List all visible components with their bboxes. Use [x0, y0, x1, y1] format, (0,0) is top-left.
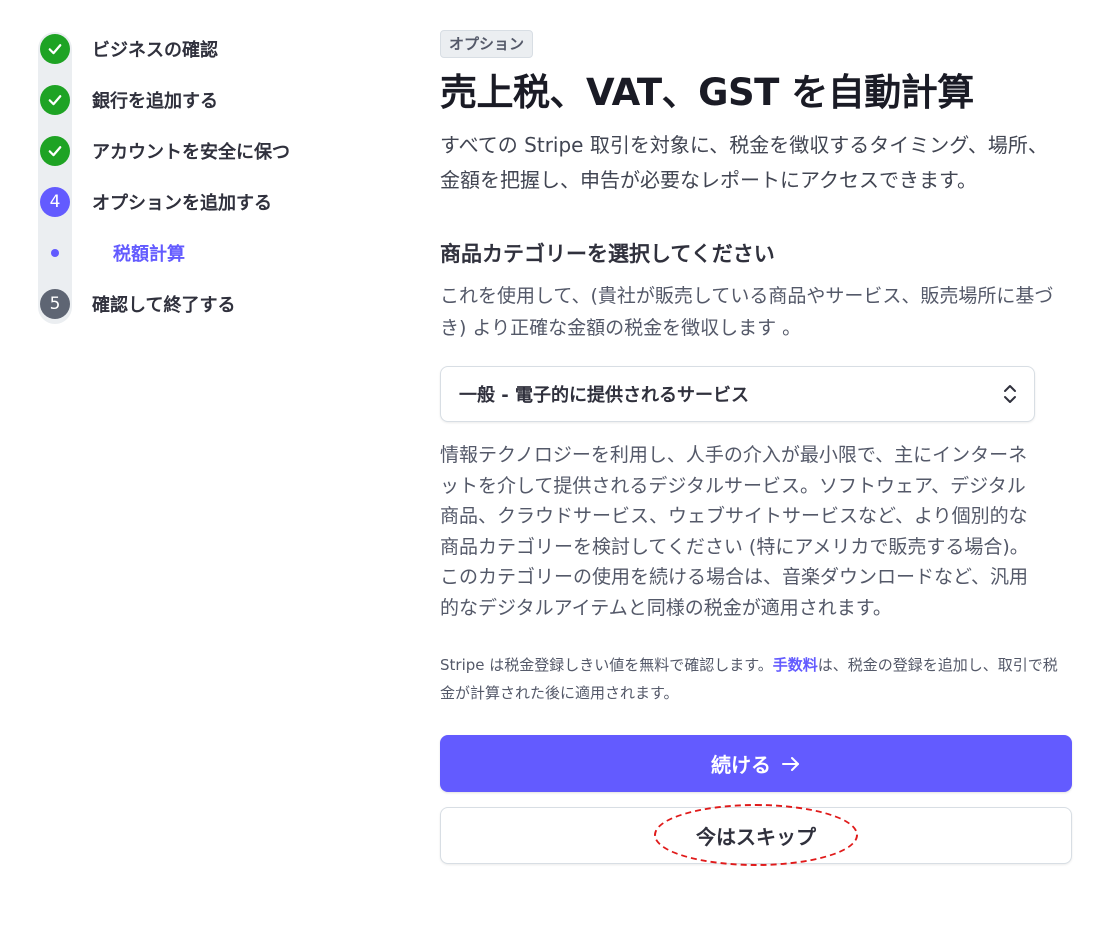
skip-label: 今はスキップ	[696, 827, 816, 849]
step-label: オプションを追加する	[92, 193, 272, 214]
step-secure-account[interactable]: アカウントを安全に保つ	[36, 132, 356, 170]
fee-note-text: Stripe は税金登録しきい値を無料で確認します。	[440, 656, 773, 674]
section-title: 商品カテゴリーを選択してください	[440, 242, 775, 266]
stepper-rail	[38, 32, 72, 324]
check-icon	[40, 136, 70, 166]
page-description: すべての Stripe 取引を対象に、税金を徴収するタイミング、場所、金額を把握…	[440, 133, 1048, 192]
chevron-up-down-icon	[1002, 383, 1020, 405]
step-number-badge: 4	[40, 187, 70, 217]
product-category-select[interactable]: 一般 - 電子的に提供されるサービス	[440, 366, 1035, 422]
check-icon	[40, 34, 70, 64]
fee-note: Stripe は税金登録しきい値を無料で確認します。手数料は、税金の登録を追加し…	[440, 651, 1072, 707]
main-content: オプション 売上税、VAT、GST を自動計算 すべての Stripe 取引を対…	[440, 30, 1072, 866]
step-add-options[interactable]: 4 オプションを追加する	[36, 183, 356, 221]
skip-button[interactable]: 今はスキップ	[440, 804, 1072, 866]
page-title: 売上税、VAT、GST を自動計算	[440, 71, 974, 114]
substep-tax-calculation[interactable]: 税額計算	[36, 234, 356, 272]
substep-label: 税額計算	[113, 244, 185, 265]
step-label: アカウントを安全に保つ	[92, 142, 290, 163]
step-verify-business[interactable]: ビジネスの確認	[36, 30, 356, 68]
step-number-badge: 5	[40, 289, 70, 319]
step-label: ビジネスの確認	[92, 40, 218, 61]
fee-link[interactable]: 手数料	[773, 656, 818, 674]
section-description: これを使用して、(貴社が販売している商品やサービス、販売場所に基づき) より正確…	[440, 285, 1054, 339]
current-substep-dot	[51, 249, 59, 257]
step-label: 銀行を追加する	[92, 91, 218, 112]
continue-button[interactable]: 続ける	[440, 735, 1072, 792]
check-icon	[40, 85, 70, 115]
step-review-finish[interactable]: 5 確認して終了する	[36, 285, 356, 323]
selected-category: 一般 - 電子的に提供されるサービス	[459, 385, 750, 406]
continue-label: 続ける	[711, 755, 771, 777]
category-description: 情報テクノロジーを利用し、人手の介入が最小限で、主にインターネットを介して提供さ…	[440, 444, 1029, 619]
step-add-bank[interactable]: 銀行を追加する	[36, 81, 356, 119]
onboarding-page: ビジネスの確認 銀行を追加する アカウントを安全に保つ 4 オプションを追加する…	[0, 0, 1117, 930]
step-label: 確認して終了する	[92, 295, 236, 316]
option-badge: オプション	[440, 30, 534, 58]
arrow-right-icon	[781, 756, 801, 772]
